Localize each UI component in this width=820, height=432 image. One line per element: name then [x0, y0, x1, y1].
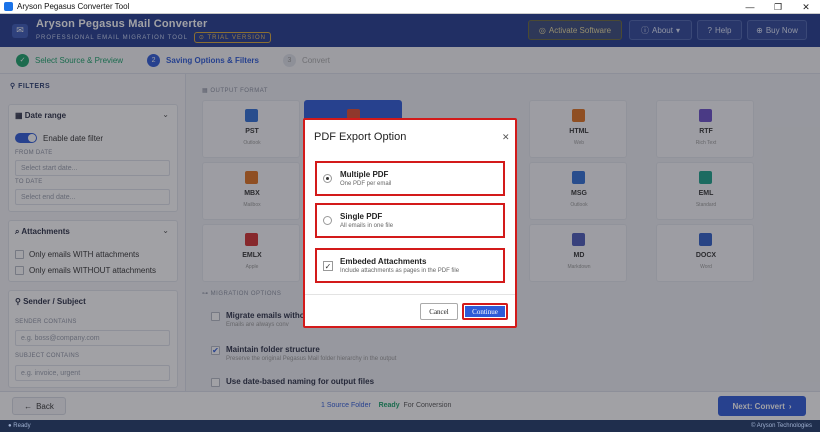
close-window-icon[interactable]: ✕	[792, 0, 820, 14]
single-pdf-option[interactable]: Single PDF All emails in one file	[315, 203, 505, 238]
status-left: ● Ready	[8, 423, 31, 429]
dialog-divider	[305, 294, 515, 295]
maximize-icon[interactable]: ❐	[764, 0, 792, 14]
cancel-button[interactable]: Cancel	[420, 303, 458, 320]
single-pdf-radio[interactable]	[323, 216, 332, 225]
minimize-icon[interactable]: —	[736, 0, 764, 14]
pdf-export-dialog: PDF Export Option ✕ Multiple PDF One PDF…	[303, 118, 517, 328]
option-title: Multiple PDF	[340, 170, 389, 179]
continue-button[interactable]: Continue	[462, 303, 508, 320]
option-title: Single PDF	[340, 212, 383, 221]
close-icon[interactable]: ✕	[502, 132, 510, 143]
option-desc: All emails in one file	[340, 223, 394, 229]
option-desc: One PDF per email	[340, 181, 392, 187]
app-icon	[4, 2, 13, 11]
option-title: Embeded Attachments	[340, 257, 427, 266]
window-titlebar: Aryson Pegasus Converter Tool — ❐ ✕	[0, 0, 820, 14]
status-bar: ● Ready © Aryson Technologies	[0, 420, 820, 432]
multiple-pdf-radio[interactable]	[323, 174, 332, 183]
dialog-title: PDF Export Option	[314, 131, 407, 143]
embedded-attachments-option[interactable]: ✓ Embeded Attachments Include attachment…	[315, 248, 505, 283]
multiple-pdf-option[interactable]: Multiple PDF One PDF per email	[315, 161, 505, 196]
status-right: © Aryson Technologies	[750, 423, 812, 429]
window-title: Aryson Pegasus Converter Tool	[17, 2, 130, 11]
embedded-attachments-checkbox[interactable]: ✓	[323, 261, 333, 271]
option-desc: Include attachments as pages in the PDF …	[340, 268, 460, 274]
